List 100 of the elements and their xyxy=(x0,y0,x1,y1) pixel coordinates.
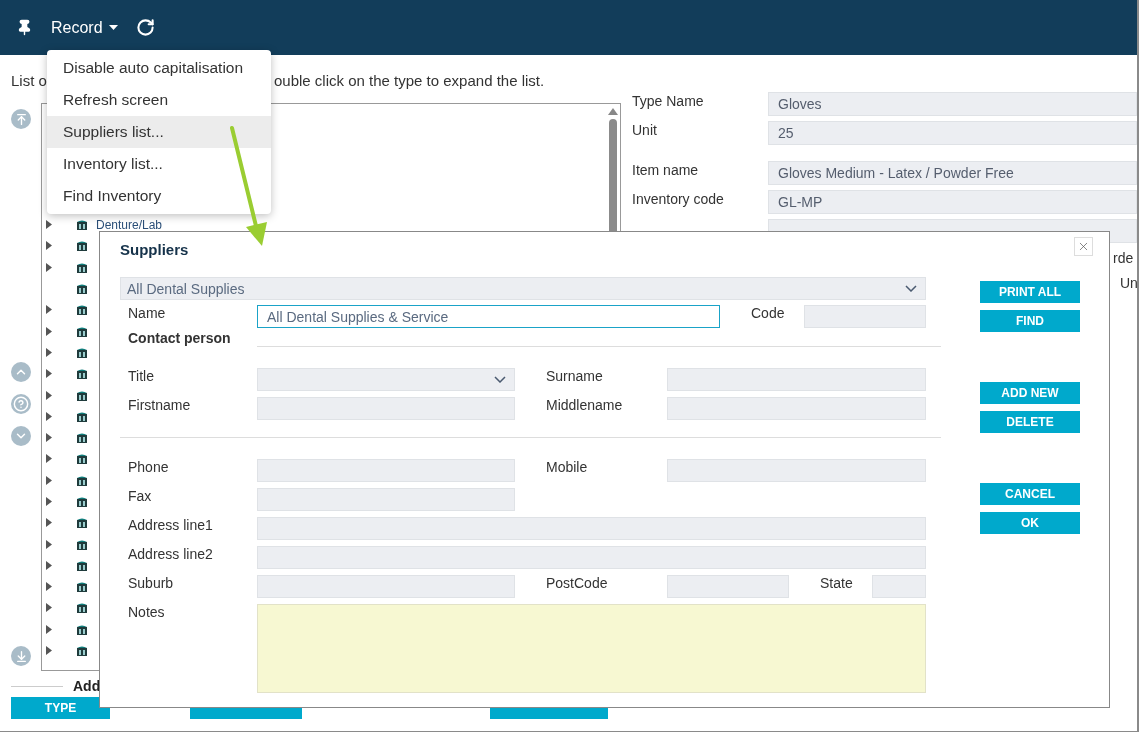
chevron-down-icon xyxy=(905,285,917,292)
input-field[interactable] xyxy=(257,397,515,420)
menu-item[interactable]: Disable auto capitalisation xyxy=(47,52,271,84)
expand-arrow-icon[interactable] xyxy=(46,539,52,549)
scroll-up-icon[interactable] xyxy=(608,108,618,115)
field-label: PostCode xyxy=(545,575,609,591)
cabinet-icon xyxy=(76,645,88,657)
input-field[interactable]: Gloves xyxy=(768,92,1137,116)
arrow-down-to-line-icon xyxy=(14,649,28,663)
input-field[interactable] xyxy=(257,517,926,540)
expand-arrow-icon[interactable] xyxy=(46,518,52,528)
field-label: Phone xyxy=(127,459,170,475)
cabinet-icon xyxy=(76,453,88,465)
field-label: Surname xyxy=(545,368,604,384)
chevron-down-icon xyxy=(494,376,506,383)
refresh-icon[interactable] xyxy=(135,18,155,37)
instruction-text: List o xyxy=(11,71,48,89)
menu-item[interactable]: Refresh screen xyxy=(47,84,271,116)
input-field[interactable] xyxy=(804,305,926,328)
help-icon xyxy=(13,396,29,412)
cabinet-icon xyxy=(76,496,88,507)
cabinet-icon xyxy=(76,559,88,571)
expand-arrow-icon[interactable] xyxy=(46,411,52,421)
cabinet-icon xyxy=(76,240,88,252)
expand-arrow-icon[interactable] xyxy=(46,497,52,506)
expand-arrow-icon[interactable] xyxy=(46,603,52,613)
cabinet-icon xyxy=(76,219,88,231)
cabinet-icon xyxy=(76,283,88,295)
cabinet-icon xyxy=(76,538,88,550)
cabinet-icon xyxy=(76,517,88,529)
add-label: Add xyxy=(73,678,101,694)
name-input[interactable]: All Dental Supplies & Service xyxy=(257,305,720,328)
pin-icon[interactable] xyxy=(16,19,33,36)
cabinet-icon xyxy=(76,623,88,635)
field-label: Un xyxy=(1120,275,1137,291)
input-field[interactable] xyxy=(872,575,926,598)
field-label: State xyxy=(819,575,854,591)
supplier-select[interactable]: All Dental Supplies xyxy=(120,277,926,300)
input-field[interactable] xyxy=(257,488,515,511)
close-button[interactable] xyxy=(1074,237,1093,256)
close-icon xyxy=(1077,240,1090,253)
expand-arrow-icon[interactable] xyxy=(46,220,52,230)
tree-item[interactable]: Denture/Lab xyxy=(96,217,163,232)
dialog-title: Suppliers xyxy=(120,240,189,258)
expand-arrow-icon[interactable] xyxy=(46,646,52,656)
input-field[interactable] xyxy=(257,575,515,598)
input-field[interactable] xyxy=(667,397,926,420)
cabinet-icon xyxy=(76,261,88,273)
field-label: Firstname xyxy=(127,397,192,413)
notes-field[interactable] xyxy=(257,604,926,693)
cabinet-icon xyxy=(76,346,88,358)
field-label: Address line2 xyxy=(127,546,214,562)
field-label: Notes xyxy=(127,604,166,620)
cabinet-icon xyxy=(76,368,88,380)
field-label: Suburb xyxy=(127,575,175,591)
input-field[interactable]: Gloves Medium - Latex / Powder Free xyxy=(768,161,1137,185)
expand-arrow-icon[interactable] xyxy=(46,326,52,336)
expand-arrow-icon[interactable] xyxy=(46,262,52,272)
expand-arrow-icon[interactable] xyxy=(46,475,52,485)
input-field[interactable] xyxy=(257,546,926,569)
expand-arrow-icon[interactable] xyxy=(46,624,52,634)
expand-arrow-icon[interactable] xyxy=(46,241,52,251)
field-label: Item name xyxy=(632,161,700,180)
field-label: Name xyxy=(127,305,167,321)
expand-arrow-icon[interactable] xyxy=(46,369,52,379)
field-label: Address line1 xyxy=(127,517,214,533)
field-label: Type Name xyxy=(632,92,705,111)
caret-icon xyxy=(108,25,118,30)
field-label: rde xyxy=(1113,250,1134,266)
expand-arrow-icon[interactable] xyxy=(46,390,52,400)
menu-item[interactable]: Inventory list... xyxy=(47,148,271,180)
input-field[interactable] xyxy=(667,575,789,598)
record-menu-button[interactable]: Record xyxy=(47,14,122,41)
input-field[interactable] xyxy=(257,459,515,482)
cabinet-icon xyxy=(76,304,88,316)
cabinet-icon xyxy=(76,474,88,486)
expand-arrow-icon[interactable] xyxy=(46,582,52,592)
input-field[interactable]: GL-MP xyxy=(768,190,1137,214)
expand-arrow-icon[interactable] xyxy=(46,454,52,464)
cabinet-icon xyxy=(76,325,88,337)
expand-arrow-icon[interactable] xyxy=(46,347,52,357)
field-label: Title xyxy=(127,368,155,384)
input-field[interactable] xyxy=(667,368,926,391)
input-field[interactable]: 25 xyxy=(768,121,1137,145)
menu-item[interactable]: Find Inventory xyxy=(47,180,271,212)
cabinet-icon xyxy=(76,581,88,593)
input-field[interactable] xyxy=(667,459,926,482)
section-heading: Contact person xyxy=(127,330,232,346)
field-label: Unit xyxy=(632,121,658,140)
instruction-text: ouble click on the type to expand the list. xyxy=(274,71,546,89)
field-label: Mobile xyxy=(545,459,589,475)
menu-item[interactable]: Suppliers list... xyxy=(47,116,271,148)
cabinet-icon xyxy=(76,602,88,614)
field-label: Middlename xyxy=(545,397,624,413)
field-label: Inventory code xyxy=(632,190,725,209)
expand-arrow-icon[interactable] xyxy=(46,305,52,315)
expand-arrow-icon[interactable] xyxy=(46,560,52,570)
field-label: Fax xyxy=(127,488,153,504)
cabinet-icon xyxy=(76,410,88,422)
expand-arrow-icon[interactable] xyxy=(46,433,52,443)
